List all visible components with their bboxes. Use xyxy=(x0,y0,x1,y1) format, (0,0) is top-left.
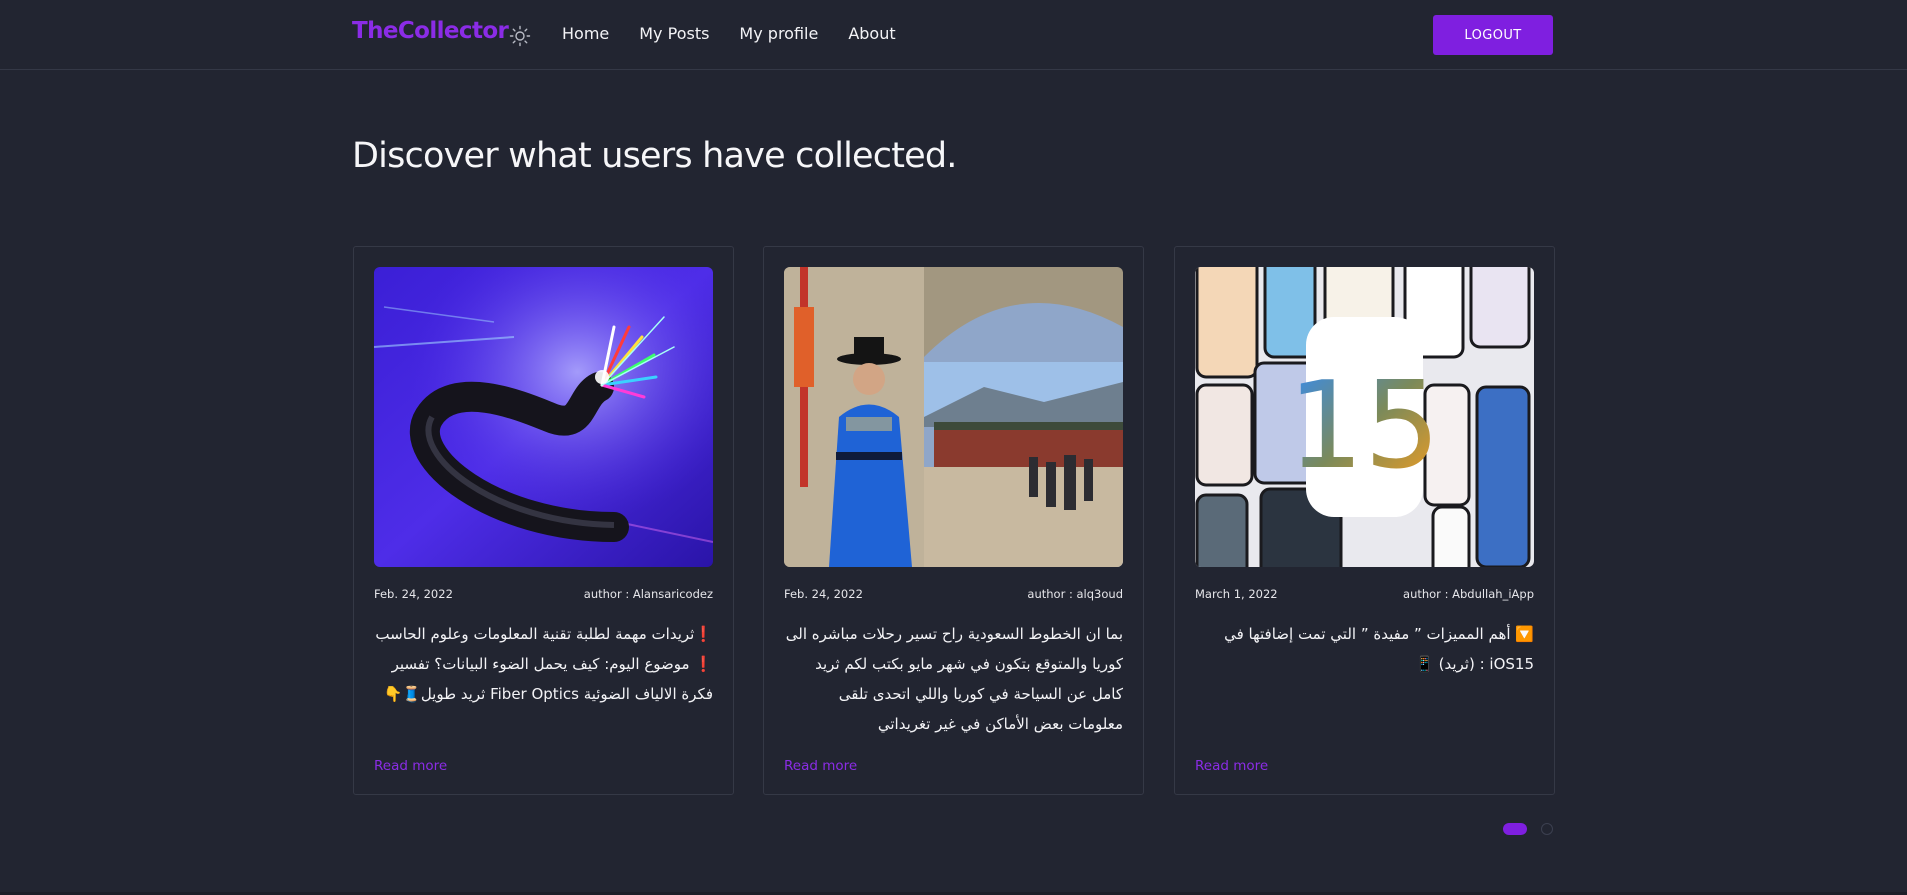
read-more-link[interactable]: Read more xyxy=(1195,758,1268,774)
carousel-dot-active[interactable] xyxy=(1503,823,1527,835)
post-excerpt: ❗ثريدات مهمة لطلبة تقنية المعلومات وعلوم… xyxy=(375,625,713,703)
post-excerpt: بما ان الخطوط السعودية راح تسير رحلات مب… xyxy=(785,625,1123,733)
post-excerpt: 🔽 أهم المميزات ” مفيدة ” التي تمت إضافته… xyxy=(1224,625,1534,673)
nav-my-posts-link[interactable]: My Posts xyxy=(639,24,709,43)
post-date: March 1, 2022 xyxy=(1195,587,1278,601)
fiber-optic-cable-image[interactable] xyxy=(374,267,713,567)
post-author: author : alq3oud xyxy=(1027,587,1123,601)
post-meta: Feb. 24, 2022 author : alq3oud xyxy=(784,587,1123,601)
post-author: author : Abdullah_iApp xyxy=(1403,587,1534,601)
ios15-phones-image[interactable]: 15 xyxy=(1195,267,1534,567)
post-author: author : Alansaricodez xyxy=(583,587,713,601)
post-meta: Feb. 24, 2022 author : Alansaricodez xyxy=(374,587,713,601)
carousel-dot[interactable] xyxy=(1541,823,1553,835)
post-card: Feb. 24, 2022 author : Alansaricodez ❗ثر… xyxy=(353,246,734,795)
read-more-link[interactable]: Read more xyxy=(784,758,857,774)
nav-about-link[interactable]: About xyxy=(848,24,895,43)
post-date: Feb. 24, 2022 xyxy=(784,587,863,601)
read-more-link[interactable]: Read more xyxy=(374,758,447,774)
nav-links: Home My Posts My profile About xyxy=(562,24,926,43)
nav-my-profile-link[interactable]: My profile xyxy=(739,24,818,43)
korean-palace-guard-image[interactable] xyxy=(784,267,1123,567)
svg-text:15: 15 xyxy=(1288,357,1441,496)
page-title: Discover what users have collected. xyxy=(352,136,957,176)
post-meta: March 1, 2022 author : Abdullah_iApp xyxy=(1195,587,1534,601)
post-card: Feb. 24, 2022 author : alq3oud بما ان ال… xyxy=(763,246,1144,795)
logout-button[interactable]: LOGOUT xyxy=(1433,15,1553,55)
nav-home-link[interactable]: Home xyxy=(562,24,609,43)
top-navbar: TheCollector Home My Posts My profile Ab… xyxy=(0,0,1907,70)
sun-icon[interactable] xyxy=(508,24,532,48)
post-date: Feb. 24, 2022 xyxy=(374,587,453,601)
post-card: 15 March 1, 2022 author : Abdullah_iApp … xyxy=(1174,246,1555,795)
brand-logo[interactable]: TheCollector xyxy=(352,18,509,44)
